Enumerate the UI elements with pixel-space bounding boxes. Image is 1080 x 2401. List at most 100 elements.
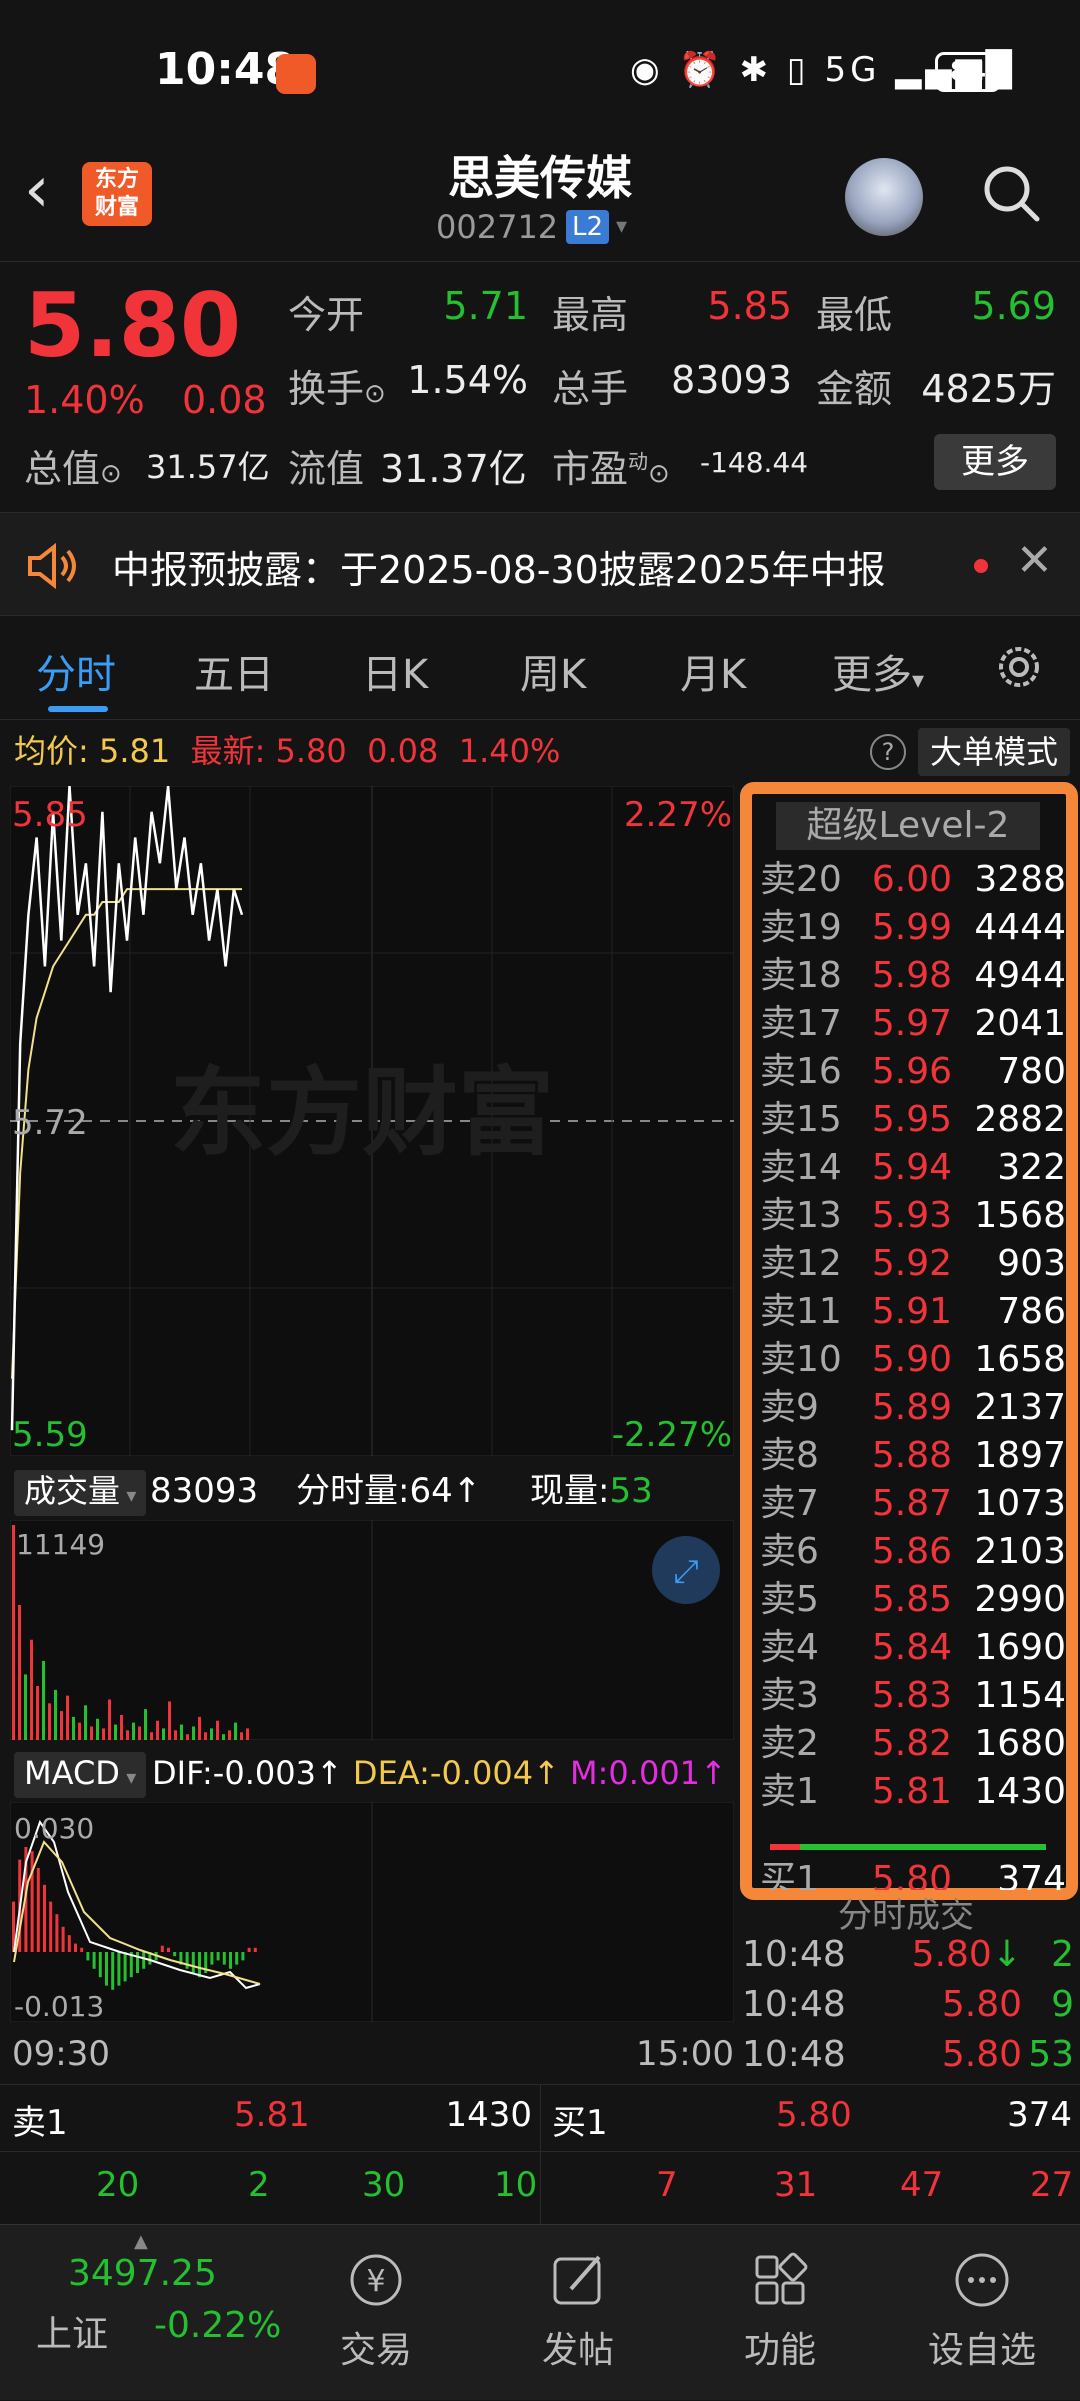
ask-row[interactable]: 卖7 5.87 1073 [760, 1480, 1070, 1528]
depth-panel: 卖1 5.81 1430 买1 5.80 374 20 2 30 10 7 31… [0, 2084, 1080, 2225]
buy-queue-item: 31 [774, 2165, 818, 2205]
ask-volume: 1897 [974, 1435, 1066, 1476]
macd-bar [229, 1952, 232, 1969]
assistant-avatar-icon[interactable] [845, 158, 923, 236]
volume-indicator-select[interactable]: 成交量 ▾ [14, 1470, 147, 1516]
nav-post[interactable]: 发帖 [508, 2249, 648, 2373]
macd-bar [123, 1952, 127, 1982]
search-icon[interactable] [980, 162, 1042, 224]
quote-panel: 5.80 1.40% 0.08 今开 5.71 最高 5.85 最低 5.69 … [0, 262, 1080, 512]
chart-tabs: 分时 五日 日K 周K 月K 更多▾ [0, 616, 1080, 720]
ask-row[interactable]: 卖20 6.00 3288 [760, 856, 1070, 904]
volume-bar [108, 1699, 111, 1740]
gear-icon[interactable] [992, 640, 1046, 694]
depth-divider [540, 2085, 541, 2225]
ask-volume: 780 [997, 1051, 1066, 1092]
speaker-icon [28, 543, 76, 589]
ask-label: 卖12 [760, 1243, 842, 1284]
current-volume: 现量:53 [530, 1471, 653, 1511]
macd-bar [111, 1952, 115, 1990]
ask-row[interactable]: 卖16 5.96 780 [760, 1048, 1070, 1096]
macd-indicator-select[interactable]: MACD ▾ [14, 1752, 147, 1798]
ask-row[interactable]: 卖18 5.98 4944 [760, 952, 1070, 1000]
volume-chart[interactable]: 11149 ⤢ [10, 1520, 734, 1740]
ask-row[interactable]: 卖4 5.84 1690 [760, 1624, 1070, 1672]
ask-label: 卖7 [760, 1483, 819, 1524]
low-value: 5.69 [971, 284, 1056, 328]
macd-bar [49, 1901, 53, 1952]
ask-row[interactable]: 卖17 5.97 2041 [760, 1000, 1070, 1048]
grid-icon [755, 2252, 808, 2305]
tab-more[interactable]: 更多▾ [832, 642, 924, 700]
trade-volume: 2 [1051, 1934, 1074, 1975]
time-end: 15:00 [636, 2034, 734, 2074]
ask-row[interactable]: 卖19 5.99 4444 [760, 904, 1070, 952]
chart-top-pct: 2.27% [624, 795, 732, 835]
trade-price: 5.80↓ [911, 1934, 1022, 1975]
expand-icon: ⤢ [673, 1552, 699, 1590]
ask-row[interactable]: 卖10 5.90 1658 [760, 1336, 1070, 1384]
level-dropdown-icon[interactable]: ▾ [616, 214, 627, 239]
ask-price: 5.82 [871, 1723, 952, 1764]
ask-volume: 2990 [974, 1579, 1066, 1620]
more-quote-button[interactable]: 更多 [934, 434, 1056, 490]
macd-bar [92, 1952, 96, 1969]
index-ticker[interactable]: ▲ 3497.25 上证 -0.22% [0, 2225, 290, 2401]
tab-intraday[interactable]: 分时 [36, 642, 116, 700]
macd-bar [55, 1914, 59, 1952]
ask-row[interactable]: 卖5 5.85 2990 [760, 1576, 1070, 1624]
volume-header: 成交量 ▾ 83093 分时量:64↑ 现量:53 [0, 1462, 740, 1520]
ask-row[interactable]: 卖8 5.88 1897 [760, 1432, 1070, 1480]
volume-bar [246, 1728, 249, 1740]
help-icon[interactable]: ? [870, 734, 906, 770]
sell1-label: 卖1 [12, 2103, 68, 2143]
chart-bottom-pct: -2.27% [612, 1415, 732, 1455]
nav-add-watchlist[interactable]: 设自选 [912, 2249, 1052, 2373]
ask-label: 卖13 [760, 1195, 842, 1236]
ask-volume: 2137 [974, 1387, 1066, 1428]
volume-bar [228, 1730, 231, 1740]
nav-functions[interactable]: 功能 [710, 2249, 850, 2373]
ask-volume: 4444 [974, 907, 1066, 948]
ask-row[interactable]: 卖14 5.94 322 [760, 1144, 1070, 1192]
price-chart[interactable]: 东方财富 5.85 2.27% 5.72 5.59 -2.27% [10, 786, 734, 1456]
ask-row[interactable]: 卖15 5.95 2882 [760, 1096, 1070, 1144]
ask-row[interactable]: 卖2 5.82 1680 [760, 1720, 1070, 1768]
macd-bar [98, 1952, 102, 1978]
ask-volume: 1073 [974, 1483, 1066, 1524]
notice-banner[interactable]: 中报预披露：于2025-08-30披露2025年中报 ✕ [0, 512, 1080, 616]
macd-bar [67, 1935, 71, 1952]
nav-trade[interactable]: ¥ 交易 [306, 2249, 446, 2373]
level-badge[interactable]: L2 [566, 210, 610, 244]
macd-chart[interactable]: 0.030 -0.013 [10, 1802, 734, 2022]
ask-row[interactable]: 卖6 5.86 2103 [760, 1528, 1070, 1576]
volume-bar [210, 1728, 213, 1740]
ask-label: 卖15 [760, 1099, 842, 1140]
ask-row[interactable]: 卖9 5.89 2137 [760, 1384, 1070, 1432]
volume-bar [240, 1732, 243, 1740]
tab-daily-k[interactable]: 日K [362, 642, 428, 700]
volume-bar [216, 1720, 219, 1740]
tab-five-day[interactable]: 五日 [194, 642, 274, 700]
volume-value: 83093 [671, 358, 792, 402]
tab-weekly-k[interactable]: 周K [520, 642, 586, 700]
volume-bar [18, 1605, 21, 1740]
ask-row[interactable]: 卖3 5.83 1154 [760, 1672, 1070, 1720]
ask-row[interactable]: 卖13 5.93 1568 [760, 1192, 1070, 1240]
ask-row[interactable]: 卖11 5.91 786 [760, 1288, 1070, 1336]
trade-volume: 9 [1051, 1984, 1074, 2025]
ask-volume: 2103 [974, 1531, 1066, 1572]
macd-bar [191, 1952, 195, 1973]
volume-bar [150, 1732, 153, 1740]
status-time: 10:48 [155, 44, 296, 95]
macd-bar [222, 1952, 226, 1965]
ask-price: 6.00 [871, 859, 952, 900]
macd-bar [136, 1952, 139, 1973]
big-order-mode-button[interactable]: 大单模式 [918, 728, 1070, 776]
tab-monthly-k[interactable]: 月K [680, 642, 746, 700]
ask-row[interactable]: 卖1 5.81 1430 [760, 1768, 1070, 1816]
close-icon[interactable]: ✕ [1016, 535, 1053, 586]
level2-order-book[interactable]: 超级Level-2 卖20 6.00 3288 卖19 5.99 4444 卖18 5.98 4… [740, 782, 1078, 1900]
ask-label: 卖19 [760, 907, 842, 948]
ask-row[interactable]: 卖12 5.92 903 [760, 1240, 1070, 1288]
